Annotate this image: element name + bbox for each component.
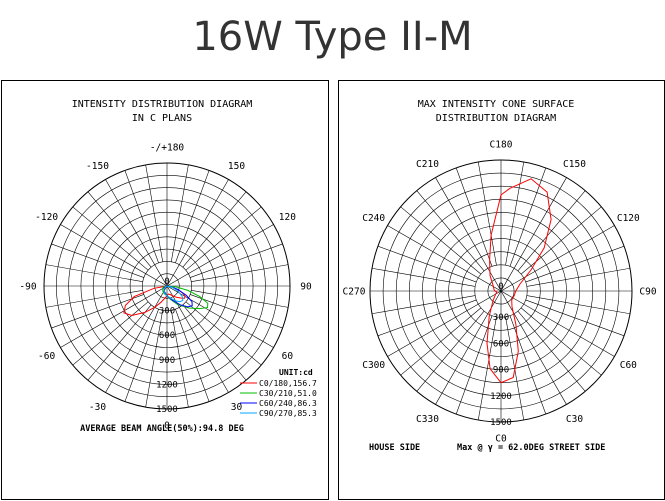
grid-spoke	[191, 264, 289, 283]
radial-tick-label: 600	[159, 331, 175, 341]
grid-spoke	[477, 161, 497, 266]
grid-spoke	[520, 307, 602, 376]
grid-spoke	[124, 309, 159, 402]
angle-label: C330	[416, 414, 439, 425]
grid-spoke	[509, 167, 547, 267]
angle-label: 0	[164, 421, 170, 432]
angle-label: C30	[566, 414, 583, 425]
grid-spoke	[526, 295, 631, 315]
grid-spoke	[45, 264, 143, 283]
angle-label: 30	[231, 402, 243, 413]
grid-spoke	[185, 206, 262, 271]
angle-label: -90	[19, 282, 36, 293]
radial-tick-label: 1500	[156, 405, 178, 415]
chart-title-line1: MAX INTENSITY CONE SURFACE	[418, 99, 575, 110]
grid-spoke	[175, 170, 210, 263]
chart-title-line2: IN C PLANS	[132, 113, 192, 124]
grid-spoke	[185, 301, 262, 366]
grid-spoke	[371, 267, 476, 287]
grid-spoke	[72, 206, 149, 271]
grid-spoke	[51, 243, 144, 278]
grid-spoke	[72, 301, 149, 366]
radial-tick-label: 0	[164, 277, 169, 287]
legend-entry: C0/180,156.7	[259, 379, 317, 388]
radial-tick-label: 900	[493, 366, 509, 376]
intensity-distribution-panel: INTENSITY DISTRIBUTION DIAGRAM IN C PLAN…	[1, 80, 329, 500]
grid-spoke	[124, 170, 159, 263]
grid-spoke	[175, 309, 210, 402]
angle-label: -30	[89, 402, 106, 413]
cone-surface-chart: MAX INTENSITY CONE SURFACE DISTRIBUTION …	[343, 99, 657, 453]
grid-spoke	[170, 164, 189, 262]
grid-spoke	[145, 164, 164, 262]
grid-spoke	[191, 289, 289, 308]
grid-spoke	[45, 289, 143, 308]
grid-spoke	[87, 191, 152, 268]
grid-spoke	[525, 299, 625, 337]
angle-label: C270	[343, 287, 366, 298]
grid-spoke	[517, 190, 586, 272]
grid-spoke	[400, 206, 482, 275]
angle-label: C240	[362, 213, 385, 224]
angle-label: -60	[38, 351, 55, 362]
grid-spoke	[182, 304, 247, 381]
chart-title-line1: INTENSITY DISTRIBUTION DIAGRAM	[72, 99, 253, 110]
angle-label: C90	[639, 287, 656, 298]
radial-tick-label: 900	[159, 356, 175, 366]
grid-spoke	[525, 245, 625, 283]
angle-label: C210	[416, 159, 439, 170]
radial-tick-label: 600	[493, 339, 509, 349]
grid-spoke	[190, 243, 283, 278]
grid-spoke	[416, 190, 485, 272]
angle-label: C120	[617, 213, 640, 224]
angle-label: C180	[490, 140, 513, 151]
radial-tick-label: 1200	[156, 380, 178, 390]
grid-spoke	[377, 245, 477, 283]
grid-spoke	[377, 299, 477, 337]
unit-label: UNIT:cd	[279, 368, 313, 377]
grid-spoke	[455, 167, 493, 267]
legend-entry: C30/210,51.0	[259, 389, 317, 398]
grid-spoke	[416, 310, 485, 392]
legend-entry: C90/270,85.3	[259, 409, 317, 418]
angle-label: C150	[563, 159, 586, 170]
angle-label: 150	[228, 161, 245, 172]
angle-label: 120	[279, 212, 296, 223]
grid-spoke	[182, 191, 247, 268]
radial-tick-label: 1200	[490, 392, 512, 402]
house-side-label: HOUSE SIDE	[369, 443, 420, 453]
radial-tick-label: 300	[159, 307, 175, 317]
angle-label: C60	[620, 360, 637, 371]
radial-tick-label: 300	[493, 313, 509, 323]
radial-tick-label: 0	[498, 282, 503, 292]
grid-spoke	[87, 304, 152, 381]
grid-spoke	[371, 295, 476, 315]
page-title: 16W Type II-M	[192, 14, 473, 60]
beam-angle-text: AVERAGE BEAM ANGLE(50%):94.8 DEG	[80, 424, 244, 434]
angle-label: 60	[282, 351, 294, 362]
radial-tick-label: 1500	[490, 418, 512, 428]
max-intensity-text: Max @ γ = 62.0DEG STREET SIDE	[457, 443, 605, 453]
angle-label: 90	[300, 282, 312, 293]
grid-spoke	[520, 206, 602, 275]
grid-spoke	[400, 307, 482, 376]
cone-surface-panel: MAX INTENSITY CONE SURFACE DISTRIBUTION …	[338, 80, 665, 500]
angle-label: C0	[495, 434, 507, 445]
angle-label: -/+180	[150, 143, 185, 154]
grid-spoke	[517, 310, 586, 392]
legend-entry: C60/240,86.3	[259, 399, 317, 408]
grid-spoke	[455, 315, 493, 415]
grid-spoke	[526, 267, 631, 287]
angle-label: -120	[35, 212, 58, 223]
grid-spoke	[51, 294, 144, 329]
angle-label: C300	[362, 360, 385, 371]
grid-spoke	[505, 161, 525, 266]
intensity-distribution-chart: INTENSITY DISTRIBUTION DIAGRAM IN C PLAN…	[19, 99, 317, 434]
angle-label: -150	[86, 161, 109, 172]
chart-title-line2: DISTRIBUTION DIAGRAM	[436, 113, 556, 124]
